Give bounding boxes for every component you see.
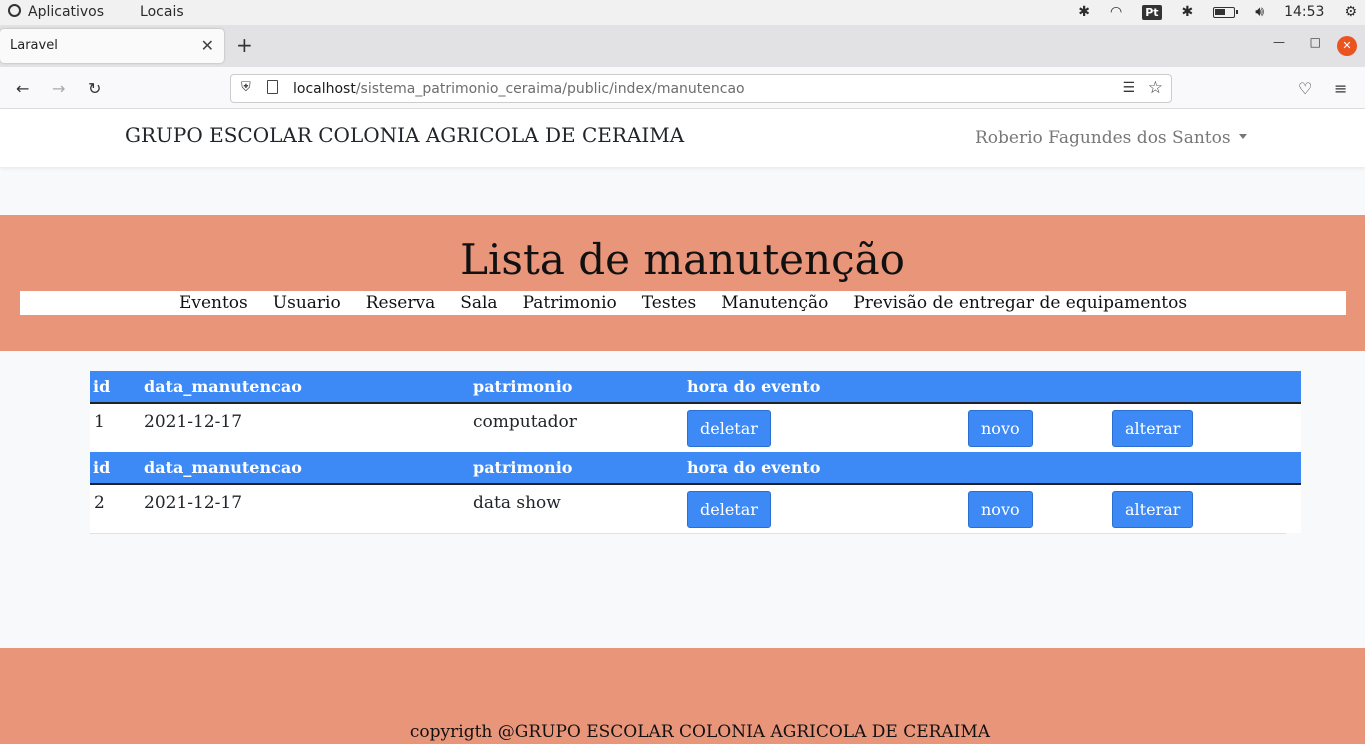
header-hora: hora do evento — [687, 377, 821, 396]
header-data: data_manutencao — [144, 458, 302, 477]
keyboard-layout[interactable]: Pt — [1142, 4, 1162, 20]
menu-item-reserva[interactable]: Reserva — [366, 293, 436, 313]
places-menu[interactable]: Locais — [140, 4, 184, 20]
page-title: Lista de manutenção — [460, 235, 905, 284]
pocket-icon[interactable]: ♡ — [1298, 79, 1312, 98]
ubuntu-logo-icon — [8, 4, 21, 17]
site-header: GRUPO ESCOLAR COLONIA AGRICOLA DE CERAIM… — [0, 109, 1365, 167]
edit-button[interactable]: alterar — [1112, 491, 1194, 528]
apps-menu[interactable]: Aplicativos — [8, 3, 122, 20]
back-icon[interactable]: ← — [16, 79, 29, 98]
maximize-icon[interactable]: □ — [1310, 35, 1321, 49]
menu-item-eventos[interactable]: Eventos — [179, 293, 248, 313]
table-bottom-border — [90, 533, 1286, 534]
url-bar[interactable]: ⛨ localhost/sistema_patrimonio_ceraima/p… — [230, 74, 1172, 103]
cell-id: 1 — [94, 412, 105, 432]
header-patrimonio: patrimonio — [473, 458, 573, 477]
bluetooth-icon[interactable]: ✱ — [1078, 4, 1090, 20]
shield-icon[interactable]: ⛨ — [241, 80, 251, 95]
header-data: data_manutencao — [144, 377, 302, 396]
maintenance-table: id data_manutencao patrimonio hora do ev… — [90, 371, 1301, 534]
menu-item-manutencao[interactable]: Manutenção — [721, 293, 828, 313]
header-patrimonio: patrimonio — [473, 377, 573, 396]
cell-data: 2021-12-17 — [144, 493, 243, 513]
user-name: Roberio Fagundes dos Santos — [975, 128, 1231, 148]
tab-title: Laravel — [10, 38, 58, 53]
table-header: id data_manutencao patrimonio hora do ev… — [90, 452, 1301, 485]
menu-icon[interactable]: ≡ — [1334, 79, 1347, 98]
menu-item-previsao[interactable]: Previsão de entregar de equipamentos — [853, 293, 1187, 313]
minimize-icon[interactable]: — — [1273, 35, 1285, 49]
delete-button[interactable]: deletar — [687, 410, 771, 447]
user-dropdown[interactable]: Roberio Fagundes dos Santos — [975, 128, 1247, 148]
reload-icon[interactable]: ↻ — [88, 79, 101, 98]
main-menu: Eventos Usuario Reserva Sala Patrimonio … — [20, 291, 1346, 315]
menu-item-testes[interactable]: Testes — [642, 293, 696, 313]
url-path: /sistema_patrimonio_ceraima/public/index… — [355, 81, 745, 97]
clock[interactable]: 14:53 — [1284, 4, 1324, 20]
reader-view-icon[interactable]: ☰ — [1122, 80, 1135, 96]
cell-id: 2 — [94, 493, 105, 513]
browser-tab[interactable]: Laravel ✕ — [0, 29, 224, 63]
bluetooth-status-icon[interactable]: ✱ — [1182, 4, 1194, 20]
tab-strip: Laravel ✕ + — □ ✕ — [0, 25, 1365, 67]
settings-gear-icon[interactable]: ⚙ — [1344, 4, 1357, 20]
site-brand[interactable]: GRUPO ESCOLAR COLONIA AGRICOLA DE CERAIM… — [125, 123, 684, 147]
forward-icon[interactable]: → — [52, 79, 65, 98]
browser-navbar: ← → ↻ ⛨ localhost/sistema_patrimonio_cer… — [0, 67, 1365, 109]
header-id: id — [93, 458, 111, 477]
menu-item-sala[interactable]: Sala — [460, 293, 497, 313]
delete-button[interactable]: deletar — [687, 491, 771, 528]
menu-item-usuario[interactable]: Usuario — [273, 293, 341, 313]
cell-patrimonio: data show — [473, 493, 561, 513]
cell-data: 2021-12-17 — [144, 412, 243, 432]
table-header: id data_manutencao patrimonio hora do ev… — [90, 371, 1301, 404]
url-host: localhost — [293, 81, 356, 97]
new-button[interactable]: novo — [968, 491, 1033, 528]
window-close-icon[interactable]: ✕ — [1337, 36, 1357, 56]
table-row: 2 2021-12-17 data show deletar novo alte… — [90, 485, 1301, 533]
menu-item-patrimonio[interactable]: Patrimonio — [523, 293, 617, 313]
page-info-icon[interactable] — [267, 80, 278, 94]
close-tab-icon[interactable]: ✕ — [201, 36, 214, 55]
caret-down-icon — [1238, 134, 1247, 139]
apps-label: Aplicativos — [28, 4, 105, 20]
new-button[interactable]: novo — [968, 410, 1033, 447]
os-top-bar: Aplicativos Locais ✱ ◠ Pt ✱ 🔊︎ 14:53 ⚙ — [0, 0, 1365, 25]
url-text[interactable]: localhost/sistema_patrimonio_ceraima/pub… — [293, 81, 745, 97]
edit-button[interactable]: alterar — [1112, 410, 1194, 447]
bookmark-star-icon[interactable]: ☆ — [1148, 78, 1163, 98]
page-banner: Lista de manutenção Eventos Usuario Rese… — [0, 215, 1365, 351]
site-footer: copyrigth @GRUPO ESCOLAR COLONIA AGRICOL… — [0, 648, 1365, 744]
wifi-icon[interactable]: ◠ — [1110, 4, 1122, 20]
new-tab-icon[interactable]: + — [236, 33, 253, 57]
volume-icon[interactable]: 🔊︎ — [1255, 4, 1264, 20]
header-id: id — [93, 377, 111, 396]
cell-patrimonio: computador — [473, 412, 577, 432]
table-row: 1 2021-12-17 computador deletar novo alt… — [90, 404, 1301, 452]
copyright-text: copyrigth @GRUPO ESCOLAR COLONIA AGRICOL… — [409, 722, 991, 742]
battery-icon[interactable] — [1213, 6, 1239, 18]
header-hora: hora do evento — [687, 458, 821, 477]
